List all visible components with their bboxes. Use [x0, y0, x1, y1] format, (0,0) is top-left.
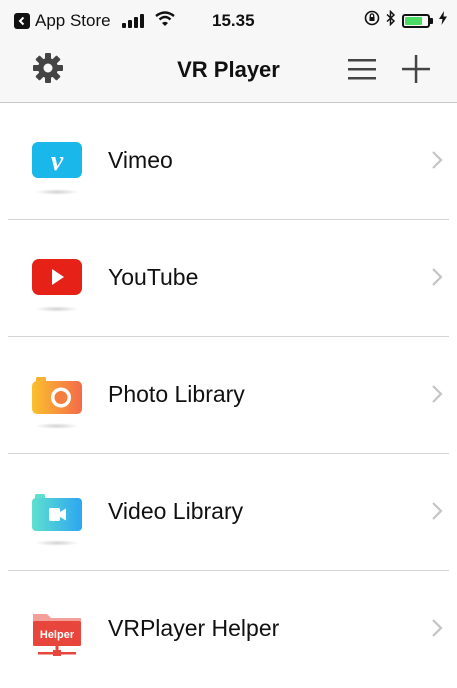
bluetooth-icon — [386, 9, 396, 31]
back-app-label[interactable]: App Store — [35, 11, 111, 31]
chevron-right-icon — [430, 266, 444, 288]
add-button[interactable] — [398, 54, 434, 88]
source-list: v Vimeo YouTube Photo Library Video Libr… — [0, 103, 457, 688]
wifi-icon — [154, 11, 175, 31]
charging-icon — [439, 11, 447, 30]
battery-icon — [402, 13, 433, 28]
list-item-youtube[interactable]: YouTube — [0, 220, 457, 337]
signal-icon — [121, 14, 144, 28]
status-right — [364, 9, 447, 31]
vimeo-icon: v — [30, 140, 84, 194]
menu-button[interactable] — [344, 54, 380, 88]
list-item-vrplayer-helper[interactable]: Helper VRPlayer Helper — [0, 571, 457, 688]
list-item-label: VRPlayer Helper — [108, 615, 280, 641]
status-time: 15.35 — [212, 11, 255, 30]
status-left: App Store — [14, 11, 175, 31]
plus-icon — [401, 54, 431, 89]
list-item-label: Photo Library — [108, 381, 245, 407]
video-camera-icon — [30, 491, 84, 545]
camera-icon — [30, 374, 84, 428]
menu-icon — [347, 57, 377, 86]
orientation-lock-icon — [364, 10, 380, 31]
chevron-right-icon — [430, 500, 444, 522]
status-bar: App Store 15.35 — [0, 0, 457, 40]
chevron-right-icon — [430, 383, 444, 405]
list-item-label: Video Library — [108, 498, 244, 524]
page-title: VR Player — [177, 57, 280, 82]
back-to-app-icon[interactable] — [14, 13, 30, 29]
chevron-right-icon — [430, 149, 444, 171]
list-item-label: YouTube — [108, 264, 199, 290]
youtube-icon — [30, 257, 84, 311]
list-item-label: Vimeo — [108, 147, 173, 173]
svg-text:v: v — [51, 146, 64, 177]
svg-text:Helper: Helper — [40, 629, 75, 641]
helper-folder-icon: Helper — [30, 608, 84, 662]
navigation-bar: VR Player — [0, 40, 457, 103]
list-item-vimeo[interactable]: v Vimeo — [0, 103, 457, 220]
list-item-video-library[interactable]: Video Library — [0, 454, 457, 571]
list-item-photo-library[interactable]: Photo Library — [0, 337, 457, 454]
chevron-right-icon — [430, 617, 444, 639]
